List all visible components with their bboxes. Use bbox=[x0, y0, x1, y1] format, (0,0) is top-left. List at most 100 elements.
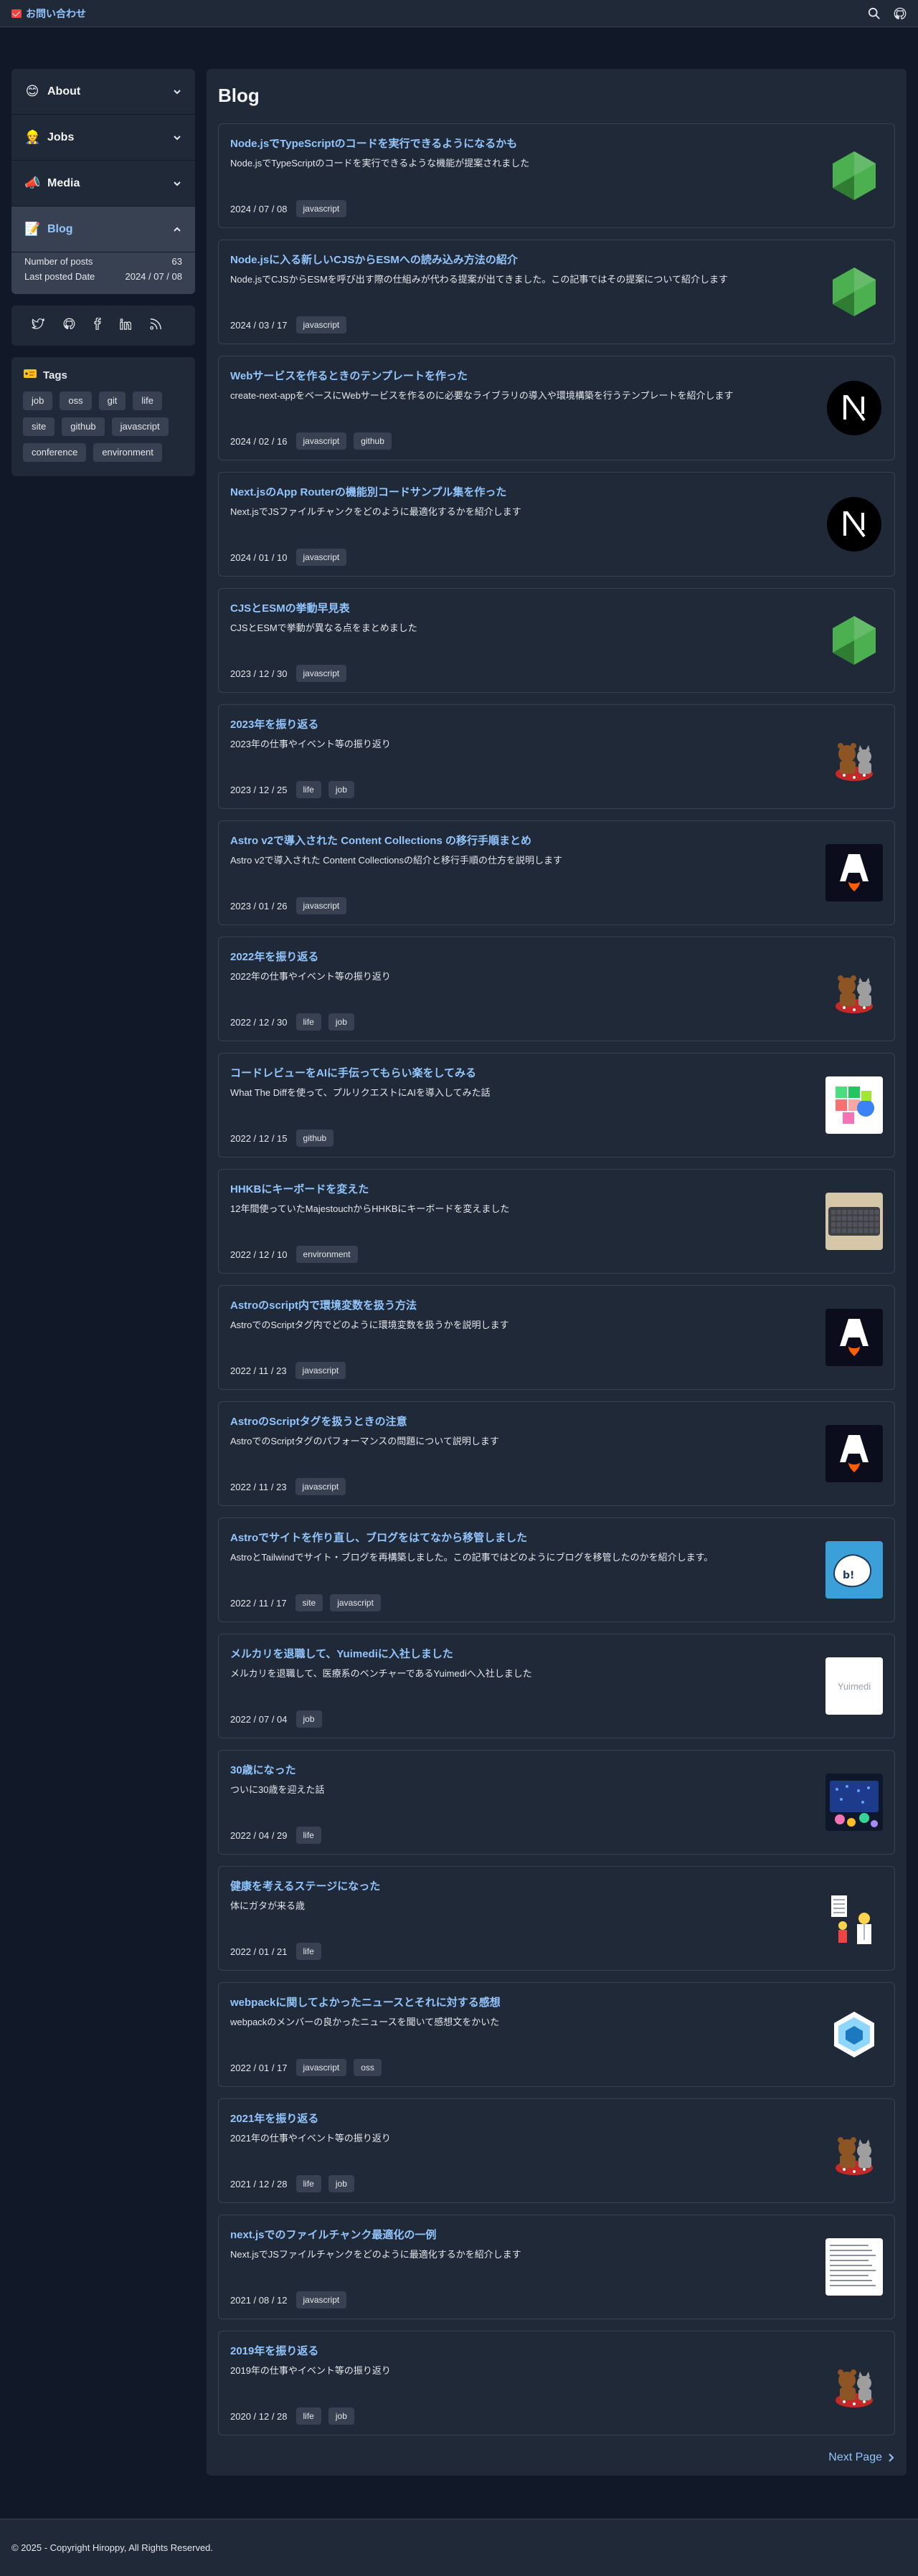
github-icon[interactable] bbox=[894, 7, 907, 20]
linkedin-icon[interactable] bbox=[120, 318, 132, 333]
post-title[interactable]: Node.jsでTypeScriptのコードを実行できるようになるかも bbox=[230, 137, 883, 151]
post-card[interactable]: Astro v2で導入された Content Collections の移行手順… bbox=[218, 820, 895, 925]
post-tag[interactable]: job bbox=[328, 1013, 354, 1031]
post-card[interactable]: Webサービスを作るときのテンプレートを作った create-next-appをベ… bbox=[218, 356, 895, 460]
post-card[interactable]: コードレビューをAIに手伝ってもらい楽をしてみる What The Diffを使っ… bbox=[218, 1053, 895, 1157]
post-title[interactable]: 2022年を振り返る bbox=[230, 950, 883, 965]
post-date: 2023 / 01 / 26 bbox=[230, 900, 288, 911]
post-date: 2021 / 08 / 12 bbox=[230, 2294, 288, 2306]
post-tag[interactable]: life bbox=[295, 1943, 321, 1960]
post-card[interactable]: Node.jsに入る新しいCJSからESMへの読み込み方法の紹介 Node.jsで… bbox=[218, 240, 895, 344]
facebook-icon[interactable] bbox=[94, 317, 101, 333]
post-tag[interactable]: environment bbox=[295, 1246, 358, 1263]
post-tag[interactable]: javascript bbox=[295, 1362, 346, 1379]
post-thumbnail bbox=[825, 496, 883, 553]
post-tag[interactable]: javascript bbox=[295, 2059, 347, 2076]
post-tag[interactable]: github bbox=[354, 432, 392, 450]
post-tag[interactable]: life bbox=[295, 781, 321, 798]
post-tag[interactable]: oss bbox=[354, 2059, 382, 2076]
sidebar-item-jobs[interactable]: 👷 Jobs bbox=[11, 115, 195, 161]
post-tag[interactable]: github bbox=[295, 1130, 334, 1147]
post-tag[interactable]: job bbox=[295, 1710, 322, 1728]
copyright-text: © 2025 - Copyright Hiroppy, All Rights R… bbox=[11, 2542, 214, 2553]
tag-site[interactable]: site bbox=[23, 417, 55, 436]
post-title[interactable]: next.jsでのファイルチャンク最適化の一例 bbox=[230, 2228, 883, 2243]
post-title[interactable]: 30歳になった bbox=[230, 1763, 883, 1778]
post-card[interactable]: Next.jsのApp Routerの機能別コードサンプル集を作った Next.j… bbox=[218, 472, 895, 577]
post-tag[interactable]: life bbox=[295, 2407, 321, 2425]
sidebar-item-media[interactable]: 📣 Media bbox=[11, 161, 195, 207]
post-title[interactable]: 2021年を振り返る bbox=[230, 2112, 883, 2126]
post-title[interactable]: AstroのScriptタグを扱うときの注意 bbox=[230, 1415, 883, 1429]
post-tag[interactable]: javascript bbox=[295, 432, 347, 450]
post-tag[interactable]: site bbox=[295, 1594, 323, 1611]
post-tag[interactable]: javascript bbox=[295, 2291, 347, 2309]
tag-environment[interactable]: environment bbox=[93, 443, 162, 462]
stat-last-label: Last posted Date bbox=[24, 271, 95, 282]
post-tag[interactable]: job bbox=[328, 781, 354, 798]
post-card[interactable]: next.jsでのファイルチャンク最適化の一例 Next.jsでJSファイルチャン… bbox=[218, 2215, 895, 2319]
sidebar-item-about[interactable]: 😊 About bbox=[11, 69, 195, 115]
post-title[interactable]: 2019年を振り返る bbox=[230, 2344, 883, 2359]
post-card[interactable]: 2022年を振り返る 2022年の仕事やイベント等の振り返り 2022 / 12 /… bbox=[218, 937, 895, 1041]
post-title[interactable]: Astroでサイトを作り直し、ブログをはてなから移管しました bbox=[230, 1531, 883, 1545]
tag-conference[interactable]: conference bbox=[23, 443, 87, 462]
post-title[interactable]: Astro v2で導入された Content Collections の移行手順… bbox=[230, 834, 883, 848]
tag-javascript[interactable]: javascript bbox=[111, 417, 169, 436]
post-card[interactable]: 2023年を振り返る 2023年の仕事やイベント等の振り返り 2023 / 12 /… bbox=[218, 704, 895, 809]
post-tag[interactable]: life bbox=[295, 2175, 321, 2192]
tag-oss[interactable]: oss bbox=[60, 392, 92, 410]
search-icon[interactable] bbox=[868, 7, 881, 20]
post-title[interactable]: HHKBにキーボードを変えた bbox=[230, 1183, 883, 1197]
next-page-link[interactable]: Next Page bbox=[828, 2451, 895, 2464]
post-card[interactable]: Node.jsでTypeScriptのコードを実行できるようになるかも Node.… bbox=[218, 123, 895, 228]
contact-link[interactable]: お問い合わせ bbox=[11, 6, 86, 21]
post-title[interactable]: メルカリを退職して、Yuimediに入社しました bbox=[230, 1647, 883, 1662]
post-title[interactable]: Node.jsに入る新しいCJSからESMへの読み込み方法の紹介 bbox=[230, 253, 883, 267]
sidebar-item-blog[interactable]: 📝 Blog bbox=[11, 207, 195, 252]
tag-github[interactable]: github bbox=[62, 417, 105, 436]
post-card[interactable]: 健康を考えるステージになった 体にガタが来る歳 2022 / 01 / 21 life bbox=[218, 1866, 895, 1971]
post-tag[interactable]: job bbox=[328, 2407, 354, 2425]
post-title[interactable]: コードレビューをAIに手伝ってもらい楽をしてみる bbox=[230, 1066, 883, 1081]
post-tag[interactable]: javascript bbox=[295, 665, 347, 682]
rss-icon[interactable] bbox=[150, 318, 161, 333]
post-thumbnail bbox=[825, 2238, 883, 2296]
twitter-icon[interactable] bbox=[32, 318, 45, 333]
stat-last-posted: Last posted Date 2024 / 07 / 08 bbox=[24, 269, 182, 284]
tag-git[interactable]: git bbox=[98, 392, 126, 410]
post-description: webpackのメンバーの良かったニュースを聞いて感想文をかいた bbox=[230, 2017, 500, 2027]
post-title[interactable]: Astroのscript内で環境変数を扱う方法 bbox=[230, 1299, 883, 1313]
post-card[interactable]: Astroのscript内で環境変数を扱う方法 AstroでのScriptタグ内で… bbox=[218, 1285, 895, 1390]
post-tag[interactable]: javascript bbox=[330, 1594, 381, 1611]
post-title[interactable]: Webサービスを作るときのテンプレートを作った bbox=[230, 369, 883, 384]
post-card[interactable]: 2019年を振り返る 2019年の仕事やイベント等の振り返り 2020 / 12 /… bbox=[218, 2331, 895, 2435]
post-title[interactable]: CJSとESMの挙動早見表 bbox=[230, 602, 883, 616]
post-card[interactable]: 30歳になった ついに30歳を迎えた話 2022 / 04 / 29 life bbox=[218, 1750, 895, 1855]
sidebar-item-blog-label: 📝 Blog bbox=[24, 222, 73, 237]
post-tag[interactable]: javascript bbox=[295, 897, 347, 914]
post-title[interactable]: Next.jsのApp Routerの機能別コードサンプル集を作った bbox=[230, 486, 883, 500]
post-title[interactable]: webpackに関してよかったニュースとそれに対する感想 bbox=[230, 1996, 883, 2010]
post-card[interactable]: AstroのScriptタグを扱うときの注意 AstroでのScriptタグのパフ… bbox=[218, 1401, 895, 1506]
post-card[interactable]: CJSとESMの挙動早見表 CJSとESMで挙動が異なる点をまとめました 2023 … bbox=[218, 588, 895, 693]
github-icon[interactable] bbox=[63, 318, 75, 333]
post-tag[interactable]: javascript bbox=[295, 316, 347, 333]
post-title[interactable]: 2023年を振り返る bbox=[230, 718, 883, 732]
tag-life[interactable]: life bbox=[133, 392, 162, 410]
post-tag[interactable]: job bbox=[328, 2175, 354, 2192]
post-card[interactable]: 2021年を振り返る 2021年の仕事やイベント等の振り返り 2021 / 12 /… bbox=[218, 2098, 895, 2203]
post-tag[interactable]: life bbox=[295, 1013, 321, 1031]
post-tag[interactable]: javascript bbox=[295, 549, 347, 566]
post-card[interactable]: webpackに関してよかったニュースとそれに対する感想 webpackのメンバー… bbox=[218, 1982, 895, 2087]
post-title[interactable]: 健康を考えるステージになった bbox=[230, 1880, 883, 1894]
tag-job[interactable]: job bbox=[23, 392, 53, 410]
post-tag[interactable]: javascript bbox=[295, 200, 347, 217]
post-description: メルカリを退職して、医療系のベンチャーであるYuimediへ入社しました bbox=[230, 1668, 532, 1679]
post-tag[interactable]: life bbox=[295, 1827, 321, 1844]
post-card[interactable]: メルカリを退職して、Yuimediに入社しましたメルカリを退職して、医療系のベン… bbox=[218, 1634, 895, 1738]
post-card[interactable]: Astroでサイトを作り直し、ブログをはてなから移管しました AstroとTail… bbox=[218, 1517, 895, 1622]
post-tag[interactable]: javascript bbox=[295, 1478, 346, 1495]
mail-icon bbox=[11, 9, 22, 18]
post-card[interactable]: HHKBにキーボードを変えた 12年間使っていたMajestouchからHHKBに… bbox=[218, 1169, 895, 1274]
